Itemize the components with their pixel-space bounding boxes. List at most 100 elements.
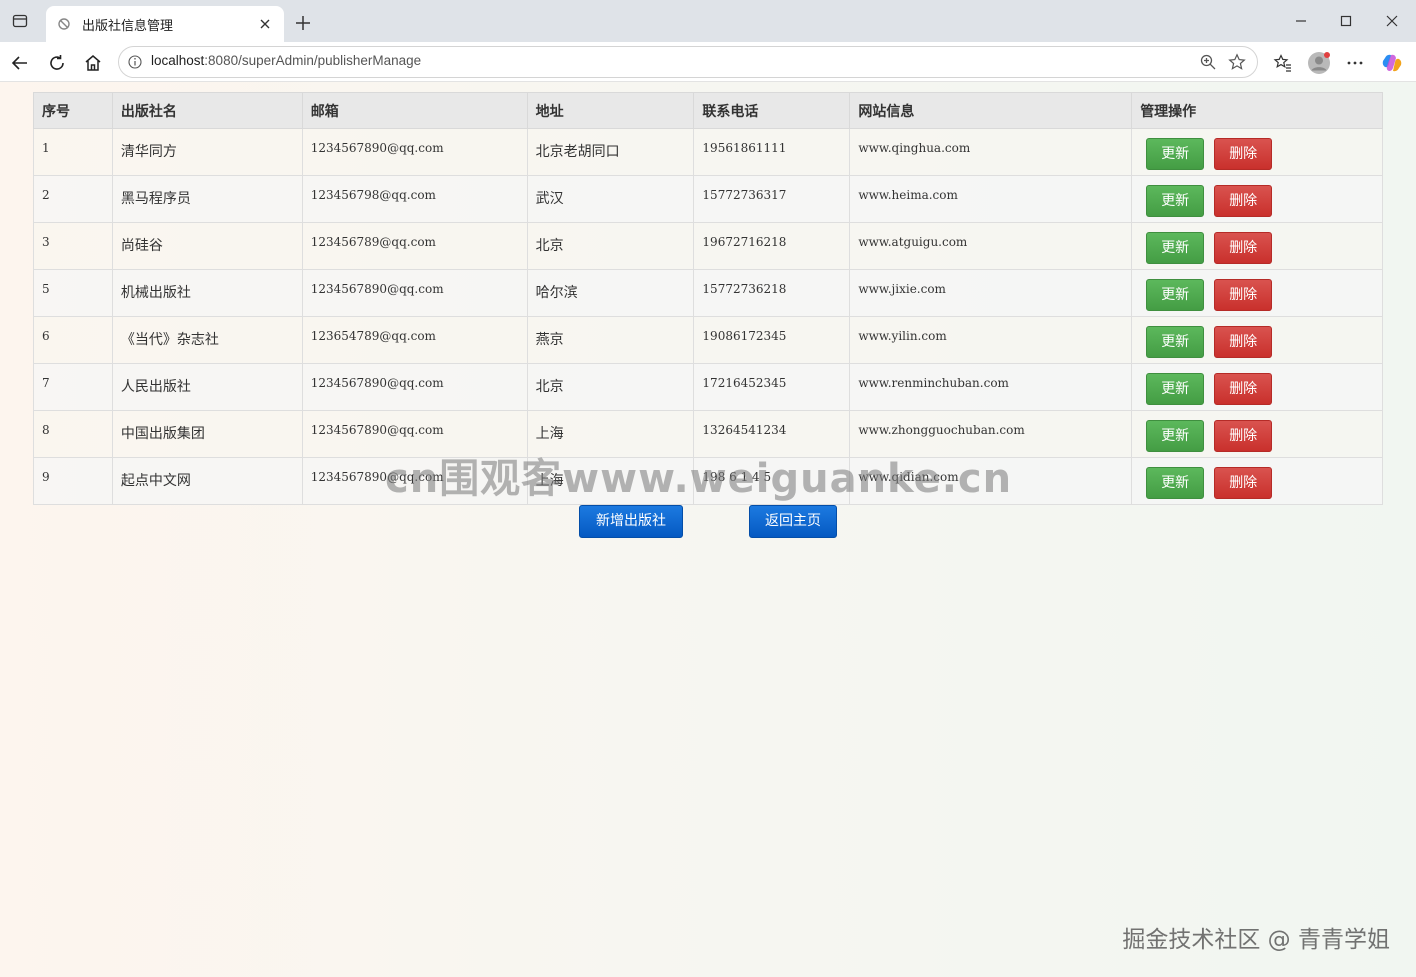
- header-address: 地址: [526, 92, 695, 129]
- delete-button[interactable]: 删除: [1214, 138, 1273, 170]
- cell-email: 1234567890@qq.com: [301, 269, 528, 317]
- delete-button[interactable]: 删除: [1214, 326, 1273, 358]
- header-id: 序号: [33, 92, 113, 129]
- maximize-icon[interactable]: [1331, 8, 1361, 34]
- copilot-icon[interactable]: [1379, 50, 1405, 76]
- cell-name: 《当代》杂志社: [111, 316, 303, 364]
- table-row: 2 黑马程序员 123456798@qq.com 武汉 15772736317 …: [33, 175, 1383, 223]
- cell-phone: 19086172345: [693, 316, 851, 364]
- update-button[interactable]: 更新: [1146, 138, 1205, 170]
- update-button[interactable]: 更新: [1146, 326, 1205, 358]
- cell-id: 1: [33, 128, 113, 176]
- cell-name: 机械出版社: [111, 269, 303, 317]
- cell-operations: 更新 删除: [1131, 457, 1383, 505]
- cell-operations: 更新 删除: [1131, 269, 1383, 317]
- profile-avatar[interactable]: [1306, 50, 1332, 76]
- delete-button[interactable]: 删除: [1214, 373, 1273, 405]
- close-window-icon[interactable]: [1377, 8, 1407, 34]
- update-button[interactable]: 更新: [1146, 373, 1205, 405]
- cell-address: 武汉: [526, 175, 695, 223]
- cell-website: www.heima.com: [849, 175, 1133, 223]
- cell-website: www.renminchuban.com: [849, 363, 1133, 411]
- cell-email: 123456789@qq.com: [301, 222, 528, 270]
- cell-phone: 17216452345: [693, 363, 851, 411]
- cell-id: 3: [33, 222, 113, 270]
- cell-id: 2: [33, 175, 113, 223]
- cell-website: www.qinghua.com: [849, 128, 1133, 176]
- cell-phone: 19672716218: [693, 222, 851, 270]
- delete-button[interactable]: 删除: [1214, 420, 1273, 452]
- cell-operations: 更新 删除: [1131, 363, 1383, 411]
- header-email: 邮箱: [301, 92, 528, 129]
- site-info-icon[interactable]: [127, 54, 143, 70]
- table-row: 7 人民出版社 1234567890@qq.com 北京 17216452345…: [33, 363, 1383, 411]
- zoom-icon[interactable]: [1199, 53, 1217, 71]
- cell-id: 9: [33, 457, 113, 505]
- cell-phone: 15772736317: [693, 175, 851, 223]
- header-phone: 联系电话: [693, 92, 851, 129]
- cell-operations: 更新 删除: [1131, 316, 1383, 364]
- header-website: 网站信息: [849, 92, 1133, 129]
- new-tab-icon[interactable]: [292, 12, 314, 34]
- cell-name: 起点中文网: [111, 457, 303, 505]
- cell-website: www.jixie.com: [849, 269, 1133, 317]
- tab-actions-icon[interactable]: [10, 11, 30, 31]
- tab-title: 出版社信息管理: [82, 18, 174, 34]
- cell-address: 哈尔滨: [526, 269, 695, 317]
- update-button[interactable]: 更新: [1146, 185, 1205, 217]
- active-tab[interactable]: 出版社信息管理: [46, 6, 284, 42]
- update-button[interactable]: 更新: [1146, 420, 1205, 452]
- favorites-icon[interactable]: [1270, 50, 1296, 76]
- add-publisher-button[interactable]: 新增出版社: [579, 505, 683, 538]
- address-bar[interactable]: localhost:8080/superAdmin/publisherManag…: [118, 46, 1258, 78]
- cell-address: 燕京: [526, 316, 695, 364]
- update-button[interactable]: 更新: [1146, 232, 1205, 264]
- publisher-table: 序号 出版社名 邮箱 地址 联系电话 网站信息 管理操作 1 清华同方 1234…: [33, 92, 1383, 505]
- cell-address: 北京: [526, 222, 695, 270]
- cell-phone: 19561861111: [693, 128, 851, 176]
- table-row: 5 机械出版社 1234567890@qq.com 哈尔滨 1577273621…: [33, 269, 1383, 317]
- cell-email: 1234567890@qq.com: [301, 363, 528, 411]
- cell-name: 尚硅谷: [111, 222, 303, 270]
- delete-button[interactable]: 删除: [1214, 232, 1273, 264]
- url-text: localhost:8080/superAdmin/publisherManag…: [151, 53, 421, 68]
- cell-email: 1234567890@qq.com: [301, 128, 528, 176]
- table-row: 6 《当代》杂志社 123654789@qq.com 燕京 1908617234…: [33, 316, 1383, 364]
- return-home-button[interactable]: 返回主页: [749, 505, 837, 538]
- cell-operations: 更新 删除: [1131, 175, 1383, 223]
- minimize-icon[interactable]: [1286, 8, 1316, 34]
- cell-name: 人民出版社: [111, 363, 303, 411]
- tab-close-icon[interactable]: [256, 15, 274, 33]
- browser-toolbar: localhost:8080/superAdmin/publisherManag…: [0, 42, 1416, 82]
- cell-operations: 更新 删除: [1131, 410, 1383, 458]
- back-icon[interactable]: [7, 50, 33, 76]
- cell-operations: 更新 删除: [1131, 128, 1383, 176]
- url-host: localhost: [151, 53, 205, 68]
- tab-favicon-icon: [56, 16, 72, 32]
- table-header-row: 序号 出版社名 邮箱 地址 联系电话 网站信息 管理操作: [33, 92, 1383, 129]
- credit-watermark: 掘金技术社区 @ 青青学姐: [1122, 927, 1390, 953]
- cell-id: 8: [33, 410, 113, 458]
- delete-button[interactable]: 删除: [1214, 467, 1273, 499]
- cell-website: www.yilin.com: [849, 316, 1133, 364]
- header-operations: 管理操作: [1131, 92, 1383, 129]
- cell-website: www.atguigu.com: [849, 222, 1133, 270]
- cell-email: 123654789@qq.com: [301, 316, 528, 364]
- reload-icon[interactable]: [44, 50, 70, 76]
- table-row: 1 清华同方 1234567890@qq.com 北京老胡同口 19561861…: [33, 128, 1383, 176]
- cell-id: 7: [33, 363, 113, 411]
- cell-id: 5: [33, 269, 113, 317]
- cell-id: 6: [33, 316, 113, 364]
- page-content: 序号 出版社名 邮箱 地址 联系电话 网站信息 管理操作 1 清华同方 1234…: [0, 82, 1416, 977]
- delete-button[interactable]: 删除: [1214, 279, 1273, 311]
- delete-button[interactable]: 删除: [1214, 185, 1273, 217]
- more-menu-icon[interactable]: [1342, 50, 1368, 76]
- home-icon[interactable]: [80, 50, 106, 76]
- cell-name: 清华同方: [111, 128, 303, 176]
- cell-name: 中国出版集团: [111, 410, 303, 458]
- favorite-star-icon[interactable]: [1227, 52, 1247, 72]
- update-button[interactable]: 更新: [1146, 467, 1205, 499]
- update-button[interactable]: 更新: [1146, 279, 1205, 311]
- cell-phone: 15772736218: [693, 269, 851, 317]
- url-path: :8080/superAdmin/publisherManage: [204, 53, 422, 68]
